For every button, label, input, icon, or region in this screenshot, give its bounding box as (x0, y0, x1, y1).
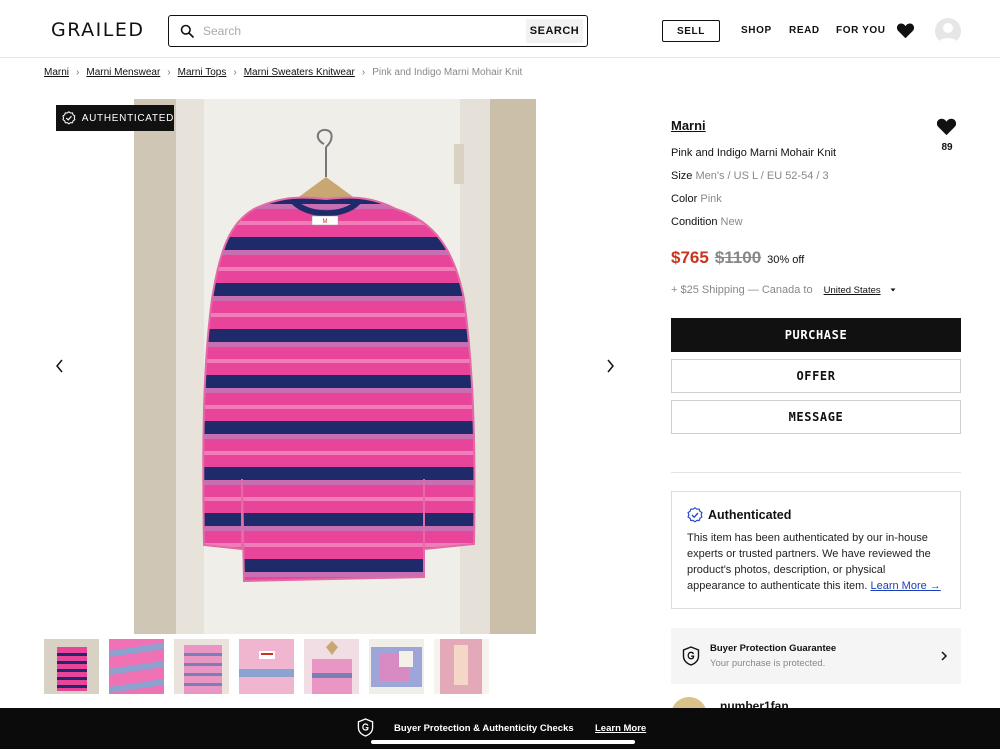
verified-check-icon (687, 507, 703, 523)
chevron-right-icon: › (167, 67, 171, 78)
home-indicator[interactable] (371, 740, 635, 744)
ship-country-select[interactable]: United States (824, 285, 881, 296)
chevron-right-icon: › (76, 67, 80, 78)
current-price: $765 (671, 248, 709, 267)
breadcrumb-marni[interactable]: Marni (44, 67, 69, 78)
search-icon (180, 24, 194, 38)
condition-value: New (720, 216, 743, 228)
authenticated-card: Authenticated This item has been authent… (671, 491, 961, 609)
top-header: GRAILED SEARCH SELL SHOP READ FOR YOU (0, 0, 1000, 58)
buyer-protection-subtitle: Your purchase is protected. (710, 658, 826, 669)
thumbnail-3[interactable] (174, 639, 229, 694)
search-input[interactable] (203, 21, 523, 41)
size-label: Size (671, 170, 693, 182)
thumbnail-7[interactable] (434, 639, 489, 694)
shipping-text: + $25 Shipping — Canada to (671, 284, 813, 296)
search-bar: SEARCH (168, 15, 588, 47)
thumbnail-image (109, 639, 164, 694)
authenticated-card-title: Authenticated (708, 508, 792, 522)
buyer-protection-card[interactable]: Buyer Protection Guarantee Your purchase… (671, 628, 961, 684)
thumbnail-4[interactable] (239, 639, 294, 694)
thumbnail-image (239, 639, 294, 694)
message-button[interactable]: MESSAGE (671, 400, 961, 434)
search-button[interactable]: SEARCH (526, 19, 583, 43)
bottom-banner-learn-more-link[interactable]: Learn More (595, 723, 646, 734)
thumbnail-image (304, 639, 359, 694)
authenticated-card-body: This item has been authenticated by our … (687, 530, 945, 594)
authenticated-learn-more-link[interactable]: Learn More → (870, 580, 940, 592)
purchase-button[interactable]: PURCHASE (671, 318, 961, 352)
size-value: Men's / US L / EU 52-54 / 3 (695, 170, 829, 182)
breadcrumb-current: Pink and Indigo Marni Mohair Knit (372, 67, 523, 78)
section-divider (671, 472, 961, 473)
grailed-logo[interactable]: GRAILED (51, 19, 144, 41)
favorites-heart-icon[interactable] (896, 22, 915, 39)
discount-label: 30% off (767, 254, 805, 266)
thumbnail-1[interactable] (44, 639, 99, 694)
thumbnail-6[interactable] (369, 639, 424, 694)
seller-row[interactable]: number1fan (671, 694, 961, 708)
main-product-photo[interactable]: M (134, 99, 536, 634)
sweater-photo-illustration: M (134, 99, 536, 634)
condition-label: Condition (671, 216, 718, 228)
caret-down-icon[interactable] (889, 286, 897, 294)
thumbnail-image (369, 639, 424, 694)
seller-avatar[interactable] (671, 697, 707, 708)
thumbnail-image (44, 639, 99, 694)
thumbnail-image (434, 639, 489, 694)
favorite-count: 89 (941, 142, 953, 153)
previous-image-arrow-icon[interactable] (54, 358, 66, 374)
breadcrumb-marni-menswear[interactable]: Marni Menswear (86, 67, 160, 78)
svg-text:M: M (323, 219, 328, 225)
nav-read[interactable]: READ (789, 25, 820, 36)
chevron-right-icon (941, 651, 948, 661)
shield-g-icon (682, 646, 700, 666)
price-row: $765 $1100 30% off (671, 248, 804, 268)
user-avatar[interactable] (935, 18, 961, 44)
brand-link[interactable]: Marni (671, 118, 706, 133)
thumbnail-5[interactable] (304, 639, 359, 694)
breadcrumb-marni-sweaters-knitwear[interactable]: Marni Sweaters Knitwear (244, 67, 355, 78)
breadcrumb: Marni › Marni Menswear › Marni Tops › Ma… (44, 67, 522, 78)
thumbnail-2[interactable] (109, 639, 164, 694)
chevron-right-icon: › (233, 67, 237, 78)
bottom-banner-text: Buyer Protection & Authenticity Checks (394, 723, 574, 734)
favorite-heart-icon[interactable] (936, 117, 957, 136)
color-row: Color Pink (671, 193, 722, 205)
condition-row: Condition New (671, 216, 743, 228)
next-image-arrow-icon[interactable] (604, 358, 616, 374)
nav-shop[interactable]: SHOP (741, 25, 772, 36)
listing-title: Pink and Indigo Marni Mohair Knit (671, 147, 837, 159)
avatar-person-icon (938, 23, 958, 44)
chevron-right-icon: › (361, 67, 366, 78)
authenticated-card-header: Authenticated (687, 507, 945, 523)
bottom-banner: Buyer Protection & Authenticity Checks L… (0, 708, 1000, 749)
color-label: Color (671, 193, 698, 205)
sell-button[interactable]: SELL (662, 20, 720, 42)
thumbnail-strip (44, 639, 489, 694)
original-price: $1100 (714, 248, 762, 267)
authenticated-badge-label: AUTHENTICATED (81, 112, 174, 124)
breadcrumb-marni-tops[interactable]: Marni Tops (178, 67, 227, 78)
size-row: Size Men's / US L / EU 52-54 / 3 (671, 170, 829, 182)
authenticated-badge: AUTHENTICATED (56, 105, 174, 131)
nav-for-you[interactable]: FOR YOU (836, 25, 886, 36)
color-value: Pink (700, 193, 722, 205)
verified-check-icon (62, 111, 76, 125)
thumbnail-image (174, 639, 229, 694)
shield-g-icon (357, 718, 374, 737)
seller-name[interactable]: number1fan (720, 699, 789, 708)
offer-button[interactable]: OFFER (671, 359, 961, 393)
buyer-protection-title: Buyer Protection Guarantee (710, 643, 837, 654)
shipping-row: + $25 Shipping — Canada to United States (671, 284, 897, 296)
